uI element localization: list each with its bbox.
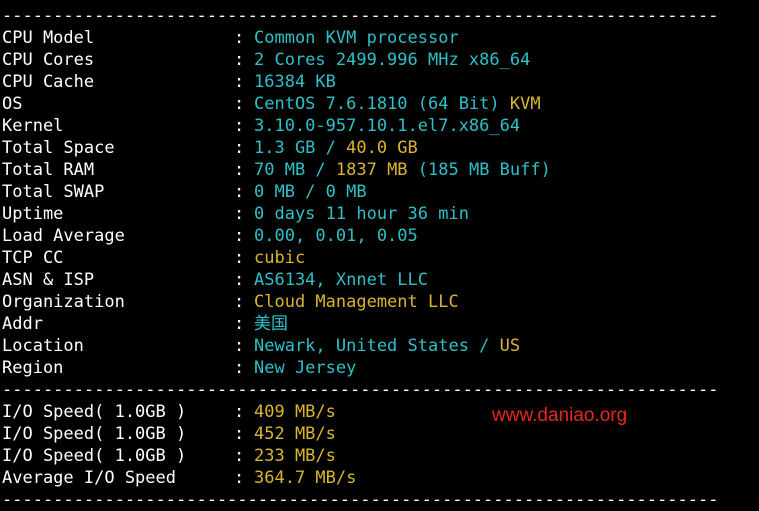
- info-value: 364.7 MB/s: [254, 468, 357, 488]
- info-row-i-o-speed-1-0gb: I/O Speed( 1.0GB ):409 MB/s: [2, 401, 759, 423]
- info-label: Total RAM: [2, 160, 95, 180]
- info-value: 40.0 GB: [346, 138, 418, 158]
- info-value: New Jersey: [254, 358, 357, 378]
- info-row-organization: Organization: Cloud Management LLC: [2, 291, 759, 313]
- info-row-cpu-model: CPU Model: Common KVM processor: [2, 27, 759, 49]
- info-value: KVM: [509, 94, 541, 114]
- info-value: 美国: [254, 314, 288, 334]
- info-label: Total Space: [2, 138, 115, 158]
- separator-line: ----------------------------------------…: [2, 490, 719, 510]
- colon-separator: :: [234, 270, 245, 290]
- info-row-cpu-cores: CPU Cores:2 Cores 2499.996 MHz x86_64: [2, 49, 759, 71]
- info-value: CentOS 7.6.1810 (64 Bit): [254, 94, 510, 114]
- colon-separator: :: [234, 94, 245, 114]
- info-label: CPU Cache: [2, 72, 95, 92]
- info-value: 2 Cores 2499.996 MHz x86_64: [254, 50, 531, 70]
- colon-separator: :: [234, 292, 245, 312]
- info-value: 452 MB/s: [254, 424, 336, 444]
- info-value: 0 MB / 0 MB: [254, 182, 367, 202]
- info-label: I/O Speed( 1.0GB ): [2, 424, 187, 444]
- info-row-region: Region: New Jersey: [2, 357, 759, 379]
- info-row-asn-isp: ASN & ISP: AS6134, Xnnet LLC: [2, 269, 759, 291]
- colon-separator: :: [234, 72, 245, 92]
- colon-separator: :: [234, 314, 245, 334]
- info-row-total-swap: Total SWAP:0 MB / 0 MB: [2, 181, 759, 203]
- colon-separator: :: [234, 248, 245, 268]
- colon-separator: :: [234, 446, 245, 466]
- info-value: 409 MB/s: [254, 402, 336, 422]
- info-value: AS6134, Xnnet LLC: [254, 270, 428, 290]
- info-row-kernel: Kernel:3.10.0-957.10.1.el7.x86_64: [2, 115, 759, 137]
- info-label: Organization: [2, 292, 125, 312]
- info-label: Uptime: [2, 204, 64, 224]
- system-info-block: CPU Model: Common KVM processor CPU Cores:…: [2, 27, 759, 379]
- info-row-total-ram: Total RAM:70 MB / 1837 MB (185 MB Buff): [2, 159, 759, 181]
- info-value: (185 MB Buff): [407, 160, 551, 180]
- colon-separator: :: [234, 116, 245, 136]
- info-value: 3.10.0-957.10.1.el7.x86_64: [254, 116, 521, 136]
- info-label: I/O Speed( 1.0GB ): [2, 446, 187, 466]
- terminal-window: ----------------------------------------…: [2, 5, 759, 511]
- info-row-addr: Addr: 美国: [2, 313, 759, 335]
- watermark-text: www.daniao.org: [492, 405, 628, 426]
- info-value: US: [499, 336, 521, 356]
- info-value: 1837 MB: [335, 160, 408, 180]
- colon-separator: :: [234, 468, 245, 488]
- info-label: Addr: [2, 314, 43, 334]
- info-value: 233 MB/s: [254, 446, 336, 466]
- info-value: Common KVM processor: [254, 28, 459, 48]
- info-row-uptime: Uptime:0 days 11 hour 36 min: [2, 203, 759, 225]
- info-value: 0.00, 0.01, 0.05: [254, 226, 418, 246]
- info-row-load-average: Load Average:0.00, 0.01, 0.05: [2, 225, 759, 247]
- colon-separator: :: [234, 28, 245, 48]
- info-row-i-o-speed-1-0gb: I/O Speed( 1.0GB ):233 MB/s: [2, 445, 759, 467]
- info-label: Location: [2, 336, 84, 356]
- info-label: CPU Model: [2, 28, 95, 48]
- info-value: cubic: [254, 248, 306, 268]
- info-label: ASN & ISP: [2, 270, 95, 290]
- info-label: Average I/O Speed: [2, 468, 176, 488]
- colon-separator: :: [234, 182, 245, 202]
- io-speed-block: I/O Speed( 1.0GB ):409 MB/s I/O Speed( 1.…: [2, 401, 759, 489]
- info-row-average-i-o-speed: Average I/O Speed:364.7 MB/s: [2, 467, 759, 489]
- info-label: OS: [2, 94, 23, 114]
- info-value: 1.3 GB /: [254, 138, 347, 158]
- info-label: CPU Cores: [2, 50, 95, 70]
- info-row-cpu-cache: CPU Cache:16384 KB: [2, 71, 759, 93]
- info-label: Total SWAP: [2, 182, 105, 202]
- info-value: Cloud Management LLC: [254, 292, 459, 312]
- colon-separator: :: [234, 424, 245, 444]
- colon-separator: :: [234, 160, 245, 180]
- info-label: Load Average: [2, 226, 125, 246]
- info-value: 0 days 11 hour 36 min: [254, 204, 469, 224]
- info-row-location: Location: Newark, United States / US: [2, 335, 759, 357]
- info-row-os: OS: CentOS 7.6.1810 (64 Bit) KVM: [2, 93, 759, 115]
- info-label: TCP CC: [2, 248, 64, 268]
- info-row-i-o-speed-1-0gb: I/O Speed( 1.0GB ):452 MB/s: [2, 423, 759, 445]
- colon-separator: :: [234, 402, 245, 422]
- colon-separator: :: [234, 138, 245, 158]
- colon-separator: :: [234, 358, 245, 378]
- colon-separator: :: [234, 204, 245, 224]
- separator-line: ----------------------------------------…: [2, 380, 719, 400]
- colon-separator: :: [234, 336, 245, 356]
- info-row-tcp-cc: TCP CC: cubic: [2, 247, 759, 269]
- info-value: 16384 KB: [254, 72, 336, 92]
- info-label: Kernel: [2, 116, 64, 136]
- info-label: Region: [2, 358, 64, 378]
- colon-separator: :: [234, 50, 245, 70]
- colon-separator: :: [234, 226, 245, 246]
- separator-line: ----------------------------------------…: [2, 6, 719, 26]
- info-value: 70 MB /: [254, 160, 336, 180]
- info-row-total-space: Total Space:1.3 GB / 40.0 GB: [2, 137, 759, 159]
- info-value: Newark, United States /: [254, 336, 500, 356]
- info-label: I/O Speed( 1.0GB ): [2, 402, 187, 422]
